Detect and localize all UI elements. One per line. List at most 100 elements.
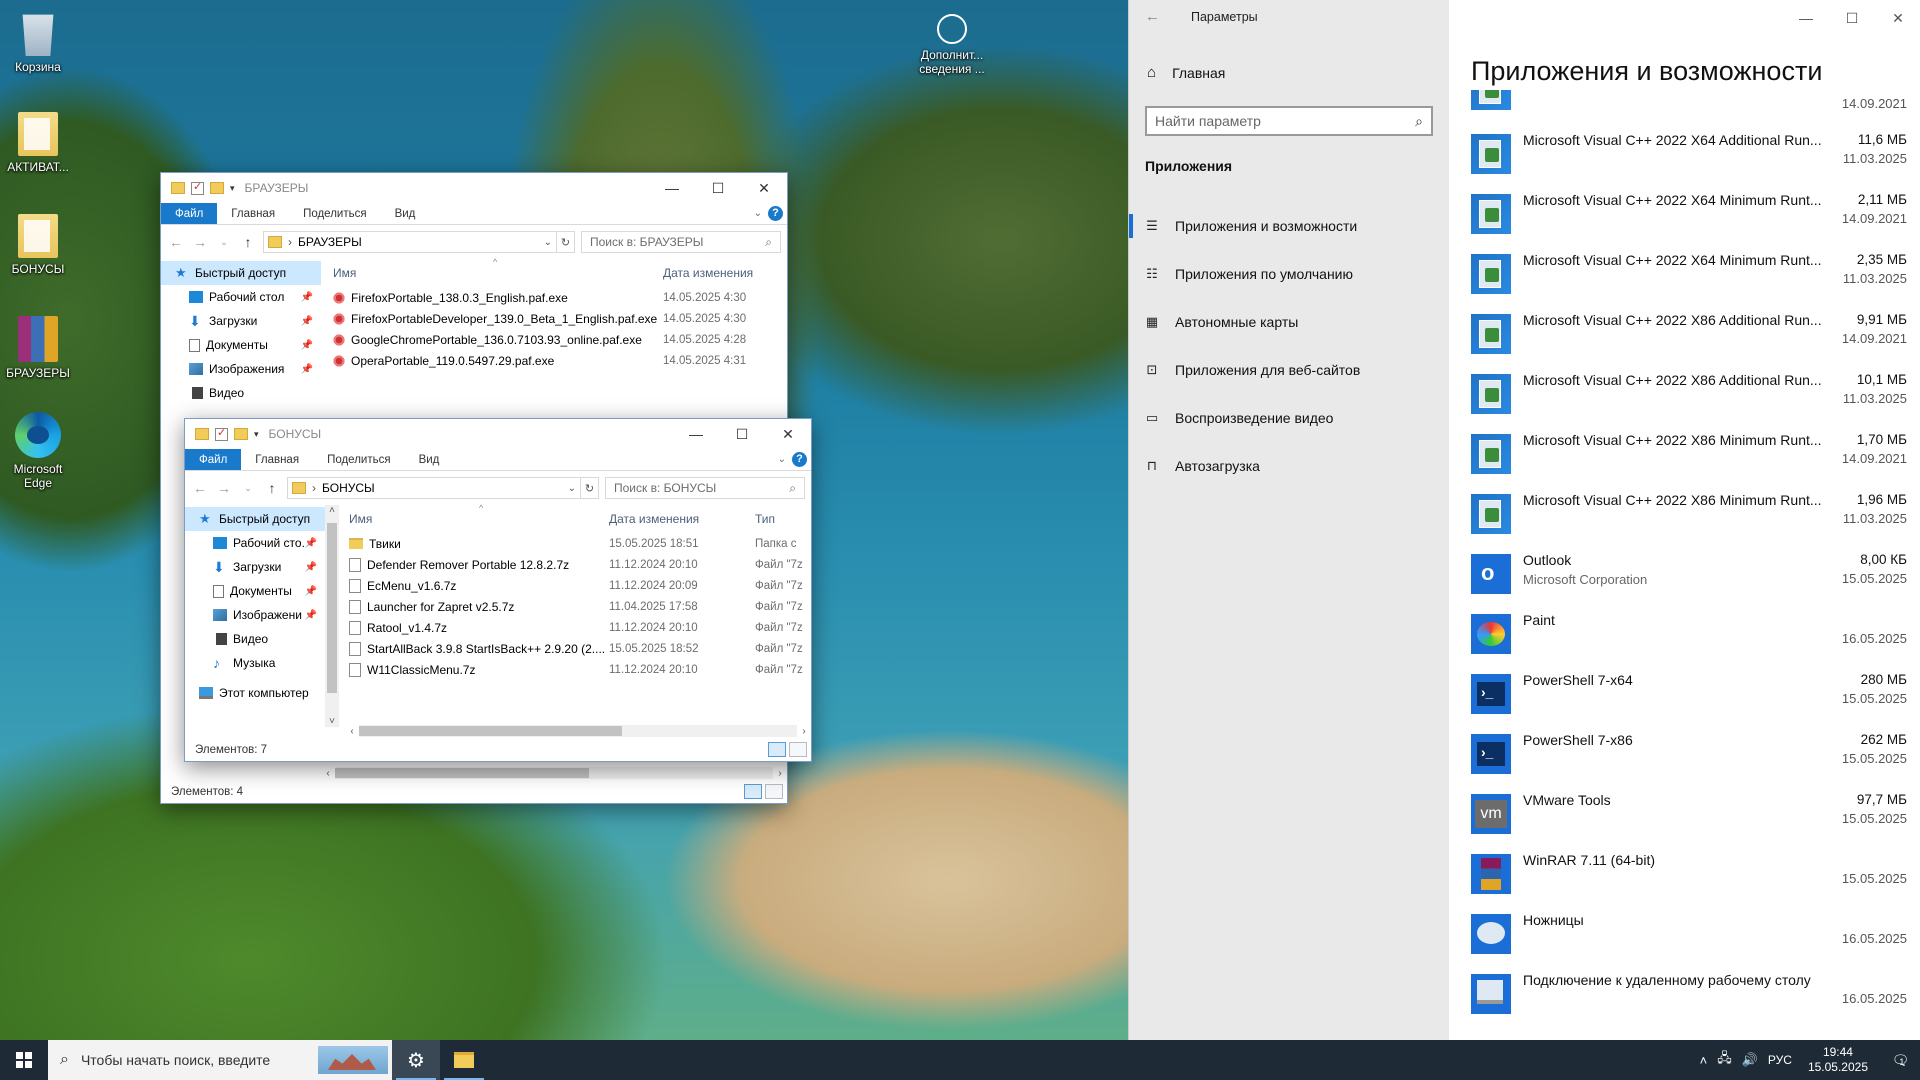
desktop-icon-info[interactable]: Дополнит... сведения ... [912, 14, 992, 76]
minimize-button[interactable]: — [673, 419, 719, 449]
large-icons-view-icon[interactable] [765, 784, 783, 799]
recent-dropdown-icon[interactable]: ⌄ [215, 237, 233, 248]
file-row[interactable]: Launcher for Zapret v2.5.7z 11.04.2025 17… [349, 596, 811, 617]
close-button[interactable]: ✕ [741, 173, 787, 203]
maximize-button[interactable]: ☐ [719, 419, 765, 449]
minimize-button[interactable]: — [649, 173, 695, 203]
breadcrumb[interactable]: БРАУЗЕРЫ [298, 235, 362, 249]
address-input[interactable]: › БОНУСЫ ⌄ [287, 477, 581, 499]
close-button[interactable]: ✕ [1875, 6, 1920, 30]
settings-nav-item[interactable]: ▭ Воспроизведение видео [1145, 406, 1334, 430]
maximize-button[interactable]: ☐ [695, 173, 741, 203]
nav-item[interactable]: Видео [185, 627, 325, 651]
nav-item[interactable]: Документы 📌 [185, 579, 325, 603]
tab-home[interactable]: Главная [217, 203, 289, 224]
chevron-down-icon[interactable]: ▾ [230, 183, 235, 194]
nav-item[interactable]: Рабочий сто. 📌 [185, 531, 325, 555]
app-list-item[interactable]: Paint 16.05.2025 [1471, 610, 1911, 670]
forward-icon[interactable]: → [215, 480, 233, 496]
settings-nav-item[interactable]: ☷ Приложения по умолчанию [1145, 262, 1353, 286]
desktop-icon[interactable]: АКТИВАТ... [0, 112, 76, 174]
file-row[interactable]: FirefoxPortableDeveloper_139.0_Beta_1_En… [333, 308, 787, 329]
app-list-item[interactable]: Microsoft Visual C++ 2022 X86 Minimum Ru… [1471, 490, 1911, 550]
scroll-left-icon[interactable]: ‹ [321, 768, 335, 779]
column-name[interactable]: Имя [333, 266, 663, 280]
app-list-item[interactable]: PowerShell 7-x86 262 МБ 15.05.2025 [1471, 730, 1911, 790]
column-name[interactable]: Имя [349, 512, 609, 526]
scroll-right-icon[interactable]: › [773, 768, 787, 779]
tab-home[interactable]: Главная [241, 449, 313, 470]
scroll-left-icon[interactable]: ‹ [345, 726, 359, 737]
input-language[interactable]: РУС [1768, 1053, 1792, 1067]
app-list-item[interactable]: Microsoft Visual C++ 2022 X64 Minimum Ru… [1471, 190, 1911, 250]
forward-icon[interactable]: → [191, 234, 209, 250]
title-bar[interactable]: ▾ БРАУЗЕРЫ — ☐ ✕ [161, 173, 787, 203]
tab-view[interactable]: Вид [405, 449, 454, 470]
nav-item[interactable]: ⬇ Загрузки 📌 [161, 309, 321, 333]
settings-nav-item[interactable]: ⊓ Автозагрузка [1145, 454, 1260, 478]
app-list-item[interactable]: VMware Tools 97,7 МБ 15.05.2025 [1471, 790, 1911, 850]
desktop-icon[interactable]: Microsoft Edge [0, 412, 76, 490]
properties-icon[interactable] [191, 180, 204, 195]
title-bar[interactable]: ▾ БОНУСЫ — ☐ ✕ [185, 419, 811, 449]
desktop-icon[interactable]: БОНУСЫ [0, 214, 76, 276]
up-icon[interactable]: ↑ [263, 480, 281, 496]
app-list-item[interactable]: Ножницы 16.05.2025 [1471, 910, 1911, 970]
large-icons-view-icon[interactable] [789, 742, 807, 757]
file-row[interactable]: OperaPortable_119.0.5497.29.paf.exe 14.05… [333, 350, 787, 371]
maximize-button[interactable]: ☐ [1829, 6, 1875, 30]
horizontal-scrollbar[interactable]: ‹ › [345, 723, 811, 739]
taskbar-explorer[interactable] [440, 1040, 488, 1080]
desktop-icon[interactable]: Корзина [0, 10, 76, 74]
explorer-window-bonus[interactable]: ▾ БОНУСЫ — ☐ ✕ Файл Главная Поделиться В… [184, 418, 812, 762]
scroll-thumb[interactable] [359, 726, 622, 736]
tab-file[interactable]: Файл [161, 203, 218, 224]
settings-nav-item[interactable]: ☰ Приложения и возможности [1145, 214, 1357, 238]
help-icon[interactable]: ? [792, 452, 807, 467]
file-row[interactable]: GoogleChromePortable_136.0.7103.93_onlin… [333, 329, 787, 350]
home-link[interactable]: ⌂ Главная [1147, 64, 1225, 81]
nav-item[interactable]: Документы 📌 [161, 333, 321, 357]
chevron-down-icon[interactable]: ⌄ [568, 483, 576, 494]
app-list-item[interactable]: Microsoft Visual C++ 2022 X64 Additional… [1471, 130, 1911, 190]
taskbar-search[interactable]: ⌕ Чтобы начать поиск, введите [48, 1040, 392, 1080]
app-list-item[interactable]: Подключение к удаленному рабочему столу 1… [1471, 970, 1911, 1030]
notifications-button[interactable]: 🗨 1 [1884, 1040, 1912, 1080]
nav-item[interactable]: ★ Быстрый доступ [185, 507, 325, 531]
tab-share[interactable]: Поделиться [289, 203, 381, 224]
file-row[interactable]: Твики 15.05.2025 18:51 Папка с [349, 533, 811, 554]
scroll-right-icon[interactable]: › [797, 726, 811, 737]
scroll-thumb[interactable] [335, 768, 590, 778]
scroll-track[interactable] [335, 767, 773, 779]
search-input[interactable]: Поиск в: БРАУЗЕРЫ ⌕ [581, 231, 781, 253]
app-list-item[interactable]: Microsoft Visual C++ 2022 X86 Additional… [1471, 310, 1911, 370]
network-icon[interactable]: 🖧 [1717, 1049, 1732, 1071]
column-date[interactable]: Дата изменения [609, 512, 755, 526]
details-view-icon[interactable] [768, 742, 786, 757]
file-row[interactable]: Ratool_v1.4.7z 11.12.2024 20:10 Файл "7z [349, 617, 811, 638]
app-list-item[interactable]: Microsoft Visual C++ 2022 X86 Minimum Ru… [1471, 430, 1911, 490]
taskbar-settings[interactable]: ⚙ [392, 1040, 440, 1080]
help-icon[interactable]: ? [768, 206, 783, 221]
nav-item[interactable]: ⬇ Загрузки 📌 [185, 555, 325, 579]
settings-nav-item[interactable]: ⊡ Приложения для веб-сайтов [1145, 358, 1361, 382]
volume-icon[interactable]: 🔊 [1742, 1052, 1758, 1068]
tab-share[interactable]: Поделиться [313, 449, 405, 470]
app-list-item[interactable]: Outlook Microsoft Corporation 8,00 КБ 15.05… [1471, 550, 1911, 610]
chevron-down-icon[interactable]: ▾ [254, 429, 259, 440]
properties-icon[interactable] [215, 426, 228, 441]
settings-window[interactable]: ← Параметры ⌂ Главная Найти параметр ⌕ П… [1128, 0, 1920, 1040]
close-button[interactable]: ✕ [765, 419, 811, 449]
nav-item[interactable]: ♪ Музыка [185, 651, 325, 675]
refresh-icon[interactable]: ↻ [557, 231, 575, 253]
new-folder-icon[interactable] [234, 428, 248, 440]
breadcrumb[interactable]: БОНУСЫ [322, 481, 375, 495]
new-folder-icon[interactable] [210, 182, 224, 194]
address-input[interactable]: › БРАУЗЕРЫ ⌄ [263, 231, 557, 253]
chevron-down-icon[interactable]: ⌄ [754, 208, 762, 219]
app-list-item[interactable]: PowerShell 7-x64 280 МБ 15.05.2025 [1471, 670, 1911, 730]
nav-item[interactable]: Изображени 📌 [185, 603, 325, 627]
file-row[interactable]: EcMenu_v1.6.7z 11.12.2024 20:09 Файл "7z [349, 575, 811, 596]
chevron-up-icon[interactable]: ˄ [1700, 1053, 1708, 1068]
back-icon[interactable]: ← [191, 480, 209, 496]
